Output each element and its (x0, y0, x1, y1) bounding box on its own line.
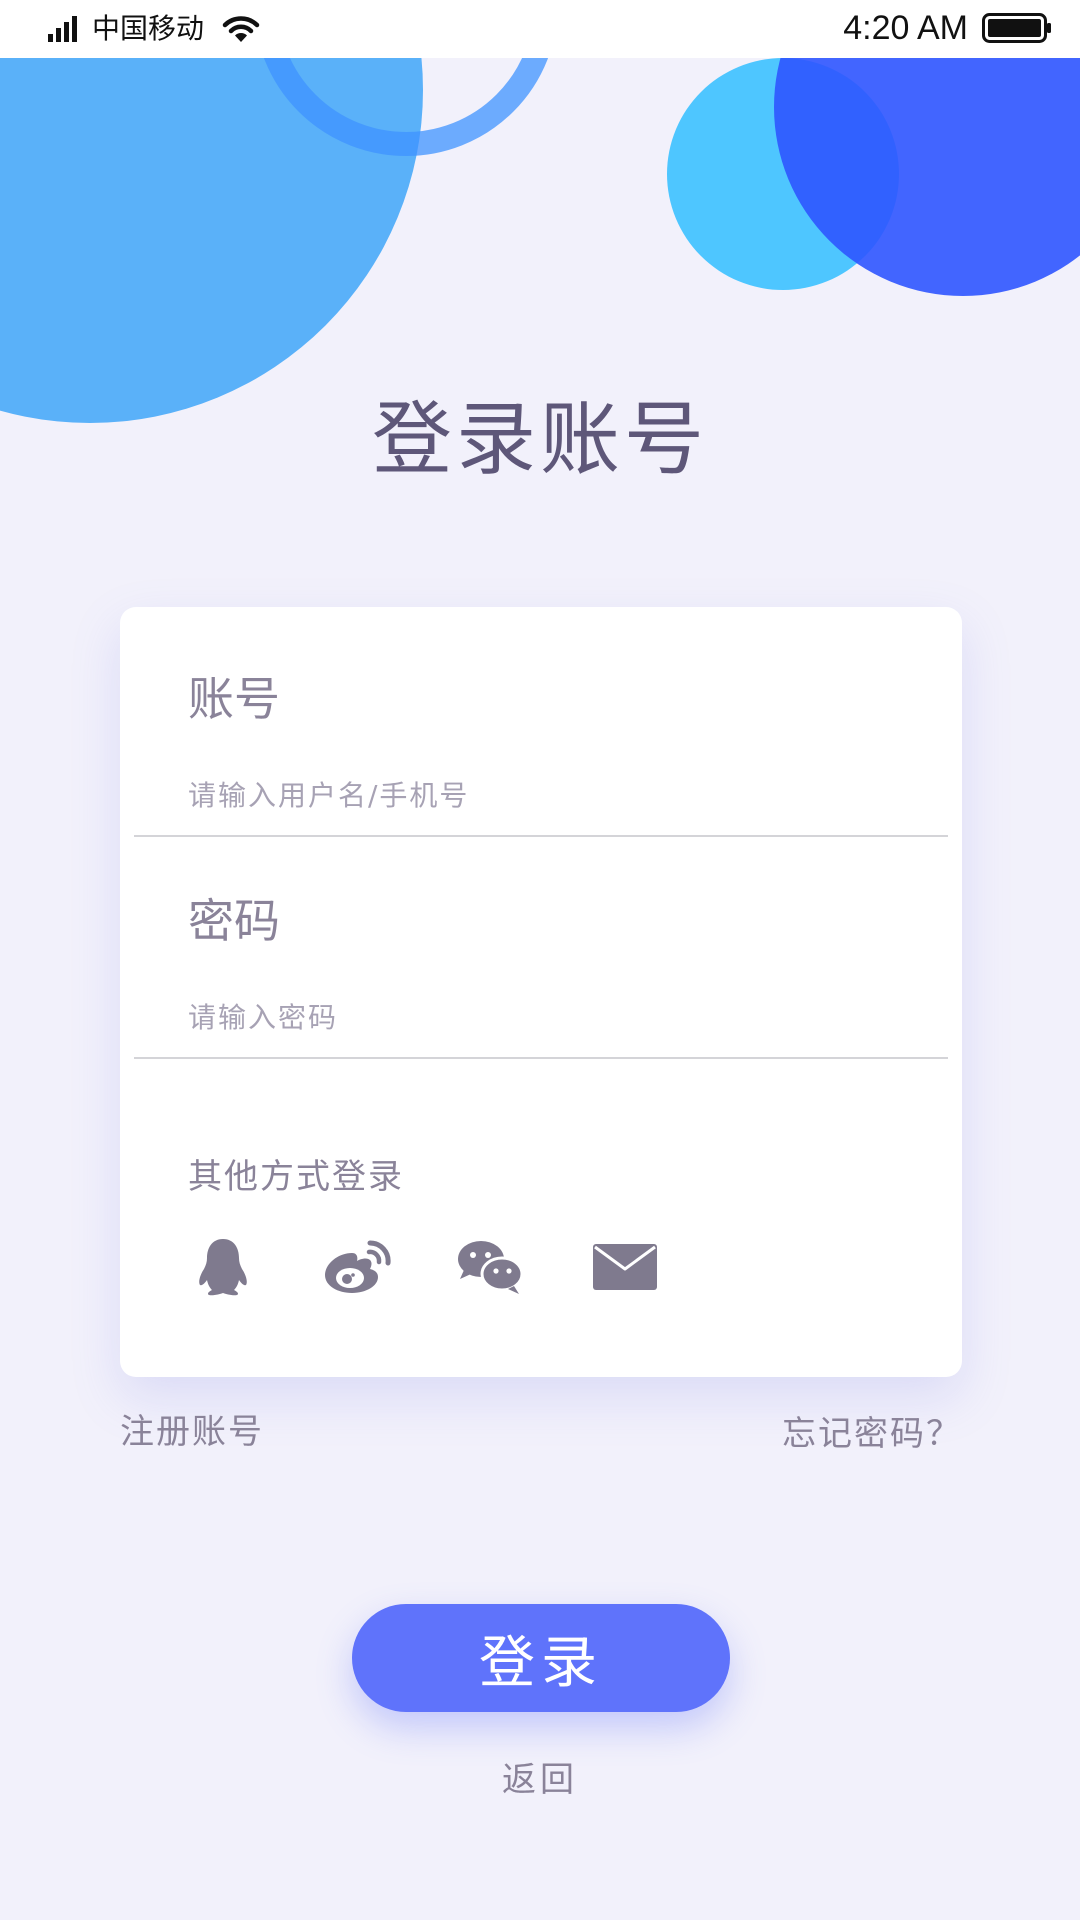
wifi-icon (222, 16, 260, 42)
weibo-icon (325, 1240, 391, 1293)
wechat-icon (458, 1241, 524, 1294)
qq-icon (199, 1239, 247, 1296)
email-login-button[interactable] (590, 1237, 660, 1297)
social-login-row (188, 1237, 724, 1297)
qq-login-button[interactable] (188, 1237, 258, 1297)
page-title: 登录账号 (372, 393, 708, 486)
weibo-login-button[interactable] (322, 1237, 392, 1297)
wechat-login-button[interactable] (456, 1237, 526, 1297)
decor-large-circle (0, 0, 423, 423)
password-label: 密码 (188, 894, 280, 948)
clock-time: 4:20 AM (843, 9, 968, 47)
login-card: 账号 密码 其他方式登录 (120, 607, 962, 1377)
cellular-signal-icon (48, 16, 77, 42)
account-label: 账号 (188, 672, 280, 726)
register-link[interactable]: 注册账号 (120, 1410, 264, 1454)
status-left: 中国移动 (48, 10, 260, 48)
status-right: 4:20 AM (843, 8, 1052, 48)
password-input[interactable] (188, 995, 868, 1039)
email-icon (593, 1244, 657, 1290)
account-input[interactable] (188, 773, 868, 817)
account-divider (134, 835, 948, 837)
password-divider (134, 1057, 948, 1059)
other-login-label: 其他方式登录 (188, 1157, 404, 1197)
back-link[interactable]: 返回 (0, 1758, 1080, 1802)
battery-icon (982, 13, 1051, 43)
carrier-name: 中国移动 (92, 12, 205, 45)
status-bar: 中国移动 4:20 AM (0, 0, 1080, 58)
login-button[interactable]: 登录 (352, 1604, 730, 1712)
forgot-password-link[interactable]: 忘记密码？ (782, 1412, 962, 1456)
